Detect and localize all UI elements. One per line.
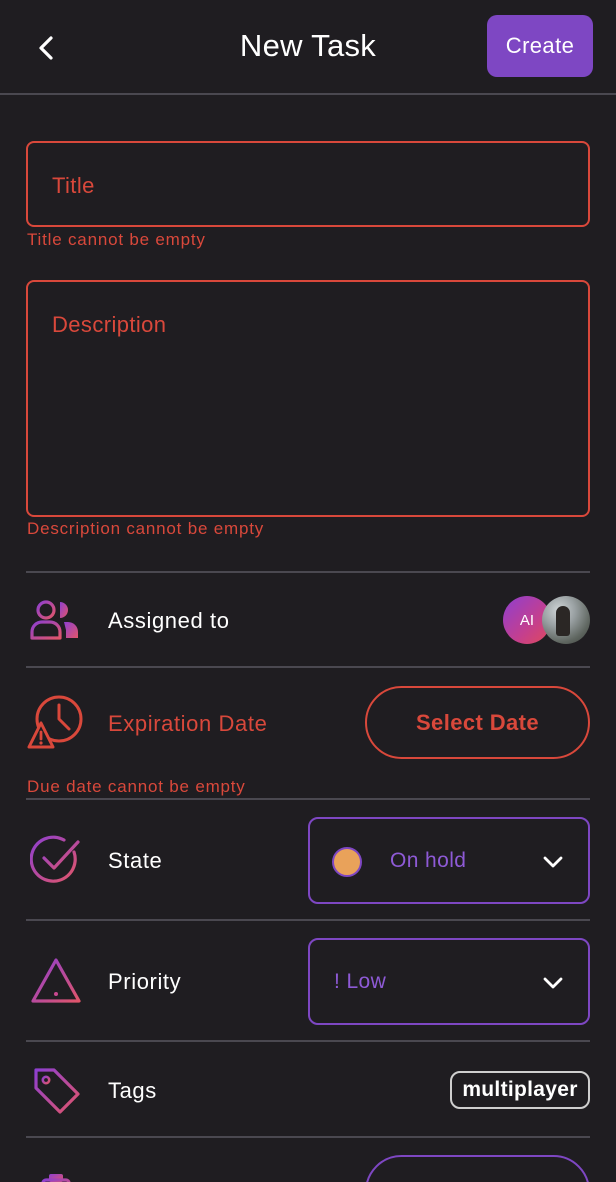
partial-action-button[interactable]: [365, 1155, 590, 1182]
state-label: State: [108, 848, 163, 873]
divider: [26, 571, 590, 573]
assigned-to-label: Assigned to: [108, 608, 230, 633]
avatar-initials: AI: [519, 611, 535, 629]
chevron-down-icon: [543, 856, 563, 868]
warning-triangle-icon: [26, 951, 86, 1011]
select-date-button[interactable]: Select Date: [365, 686, 590, 759]
priority-dropdown[interactable]: ! Low: [308, 938, 590, 1025]
title-field[interactable]: Title: [26, 141, 590, 227]
expiration-date-label: Expiration Date: [108, 711, 268, 736]
alarm-warning-icon: [26, 692, 86, 752]
check-circle-icon: [26, 830, 86, 890]
divider: [26, 666, 590, 668]
priority-value: ! Low: [334, 970, 387, 993]
chevron-down-icon: [543, 977, 563, 989]
state-color-dot: [332, 847, 362, 877]
title-error: Title cannot be empty: [27, 230, 206, 249]
avatar-photo-figure: [556, 606, 570, 636]
description-error: Description cannot be empty: [27, 519, 265, 538]
divider: [26, 1136, 590, 1138]
avatar-photo[interactable]: [542, 596, 590, 644]
title-placeholder: Title: [52, 173, 95, 198]
clipboard-icon: [26, 1158, 86, 1182]
tag-chip[interactable]: multiplayer: [450, 1071, 590, 1109]
tag-icon: [26, 1060, 86, 1120]
divider: [26, 1040, 590, 1042]
users-icon: [26, 590, 86, 650]
description-field[interactable]: Description: [26, 280, 590, 517]
divider: [26, 798, 590, 800]
new-task-screen: New Task Create Title Title cannot be em…: [0, 0, 616, 1182]
create-button[interactable]: Create: [487, 15, 593, 77]
priority-label: Priority: [108, 969, 182, 994]
app-header: New Task Create: [0, 0, 616, 95]
description-placeholder: Description: [52, 312, 167, 337]
state-value: On hold: [390, 849, 467, 872]
state-dropdown[interactable]: On hold: [308, 817, 590, 904]
divider: [26, 919, 590, 921]
due-date-error: Due date cannot be empty: [27, 777, 246, 796]
tags-label: Tags: [108, 1078, 157, 1103]
